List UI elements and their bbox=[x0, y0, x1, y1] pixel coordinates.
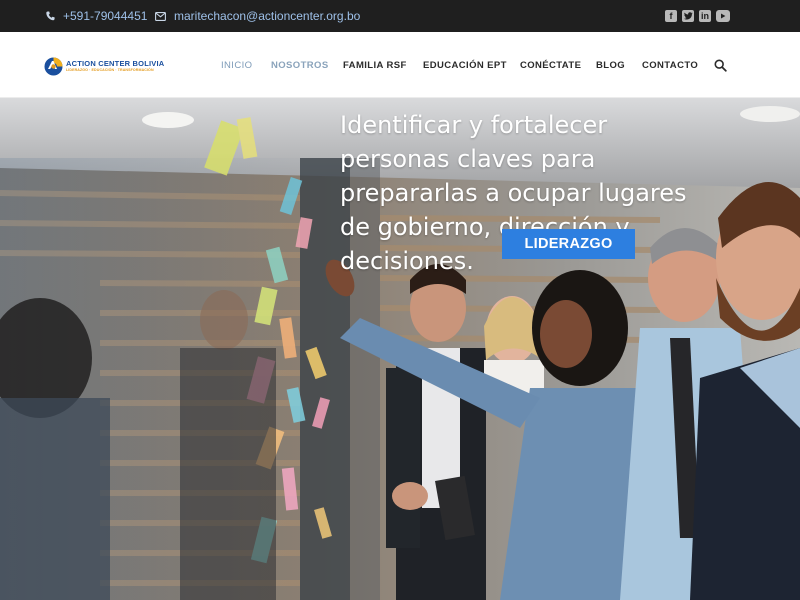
mail-icon bbox=[155, 11, 166, 21]
phone-number: +591-79044451 bbox=[63, 9, 148, 23]
logo-tagline: LIDERAZGO · EDUCACIÓN · TRANSFORMACIÓN bbox=[66, 68, 154, 72]
facebook-icon[interactable]: f bbox=[665, 10, 677, 22]
email-contact[interactable]: maritechacon@actioncenter.org.bo bbox=[155, 0, 360, 32]
logo-text: ACTION CENTER BOLIVIA LIDERAZGO · EDUCAC… bbox=[66, 59, 164, 73]
social-links: f in bbox=[665, 0, 730, 32]
liderazgo-button[interactable]: LIDERAZGO bbox=[502, 229, 635, 259]
nav-blog[interactable]: BLOG bbox=[596, 32, 625, 98]
logo-mark-icon bbox=[44, 57, 63, 76]
phone-icon bbox=[46, 11, 55, 21]
linkedin-icon[interactable]: in bbox=[699, 10, 711, 22]
nav-familia-rsf[interactable]: FAMILIA RSF bbox=[343, 32, 407, 98]
nav-contacto[interactable]: CONTACTO bbox=[642, 32, 698, 98]
site-logo[interactable]: ACTION CENTER BOLIVIA LIDERAZGO · EDUCAC… bbox=[44, 56, 164, 76]
nav-conectate[interactable]: CONÉCTATE bbox=[520, 32, 581, 98]
search-icon[interactable] bbox=[714, 59, 727, 72]
youtube-icon[interactable] bbox=[716, 10, 730, 22]
phone-contact[interactable]: +591-79044451 bbox=[46, 0, 147, 32]
nav-nosotros[interactable]: NOSOTROS bbox=[271, 32, 329, 98]
logo-name: ACTION CENTER BOLIVIA bbox=[66, 59, 165, 68]
nav-educacion-ept[interactable]: EDUCACIÓN EPT bbox=[423, 32, 507, 98]
email-address: maritechacon@actioncenter.org.bo bbox=[174, 9, 361, 23]
main-header: ACTION CENTER BOLIVIA LIDERAZGO · EDUCAC… bbox=[0, 32, 800, 98]
nav-inicio[interactable]: INICIO bbox=[221, 32, 252, 98]
hero-banner: Identificar y fortalecer personas claves… bbox=[0, 98, 800, 600]
top-bar: +591-79044451 maritechacon@actioncenter.… bbox=[0, 0, 800, 32]
twitter-icon[interactable] bbox=[682, 10, 694, 22]
